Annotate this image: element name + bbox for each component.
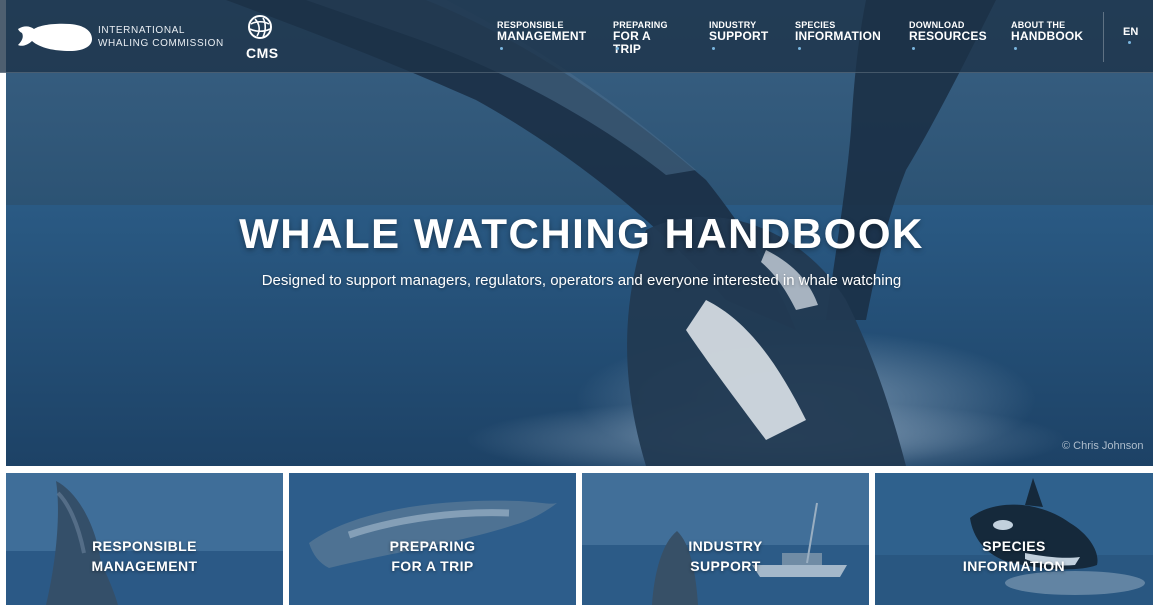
whale-logo-icon[interactable] [14, 15, 94, 55]
nav-dot-icon [1014, 47, 1017, 50]
cms-globe-icon [248, 15, 272, 39]
tile-label-line1: PREPARING [389, 538, 476, 554]
nav-download-resources[interactable]: DOWNLOAD RESOURCES [909, 20, 987, 50]
nav-label-line2: INFORMATION [795, 29, 881, 43]
language-label: EN [1123, 26, 1139, 38]
nav-dot-icon [1128, 41, 1131, 44]
hero-subtitle: Designed to support managers, regulators… [261, 272, 902, 289]
tile-label-line2: MANAGEMENT [91, 558, 198, 574]
tile-label: RESPONSIBLE MANAGEMENT [6, 536, 283, 576]
site-header: INTERNATIONAL WHALING COMMISSION CMS RES… [0, 0, 1153, 73]
cms-label: CMS [246, 45, 279, 61]
nav-label-line2: HANDBOOK [1011, 29, 1084, 43]
nav-industry-support[interactable]: INDUSTRY SUPPORT [709, 20, 769, 50]
tile-responsible-management[interactable]: RESPONSIBLE MANAGEMENT [6, 473, 283, 605]
nav-responsible-management[interactable]: RESPONSIBLE MANAGEMENT [497, 20, 587, 50]
tile-label-line2: SUPPORT [690, 558, 761, 574]
tile-preparing-for-a-trip[interactable]: PREPARING FOR A TRIP [289, 473, 576, 605]
tile-label-line1: SPECIES [982, 538, 1046, 554]
nav-label-line2: RESOURCES [909, 29, 987, 43]
nav-dot-icon [500, 47, 503, 50]
language-selector[interactable]: EN [1123, 26, 1139, 44]
nav-label-line2: MANAGEMENT [497, 29, 587, 43]
tile-species-information[interactable]: SPECIES INFORMATION [875, 473, 1153, 605]
tile-label: PREPARING FOR A TRIP [289, 536, 576, 576]
tile-label: SPECIES INFORMATION [875, 536, 1153, 576]
tile-label-line1: RESPONSIBLE [92, 538, 197, 554]
nav-dot-icon [616, 47, 619, 50]
tile-label-line1: INDUSTRY [688, 538, 763, 554]
nav-dot-icon [712, 47, 715, 50]
tile-industry-support[interactable]: INDUSTRY SUPPORT [582, 473, 869, 605]
nav-label-line2: FOR A TRIP [613, 29, 651, 56]
org-name-line1: INTERNATIONAL [98, 25, 186, 36]
cms-logo[interactable]: CMS [245, 14, 278, 62]
photo-credit: © Chris Johnson [1062, 440, 1144, 452]
organization-name[interactable]: INTERNATIONAL WHALING COMMISSION [98, 24, 238, 50]
org-name-line2: WHALING COMMISSION [98, 38, 224, 49]
page: INTERNATIONAL WHALING COMMISSION CMS RES… [0, 0, 1153, 605]
nav-dot-icon [798, 47, 801, 50]
tile-label-line2: FOR A TRIP [391, 558, 474, 574]
hero-title: WHALE WATCHING HANDBOOK [239, 210, 924, 257]
nav-divider [1103, 12, 1104, 62]
tile-label: INDUSTRY SUPPORT [582, 536, 869, 576]
nav-label-line2: SUPPORT [709, 29, 769, 43]
nav-species-information[interactable]: SPECIES INFORMATION [795, 20, 881, 50]
nav-about-the-handbook[interactable]: ABOUT THE HANDBOOK [1011, 20, 1084, 50]
nav-preparing-for-a-trip[interactable]: PREPARING FOR A TRIP [613, 20, 668, 56]
nav-dot-icon [912, 47, 915, 50]
tile-label-line2: INFORMATION [962, 558, 1066, 574]
